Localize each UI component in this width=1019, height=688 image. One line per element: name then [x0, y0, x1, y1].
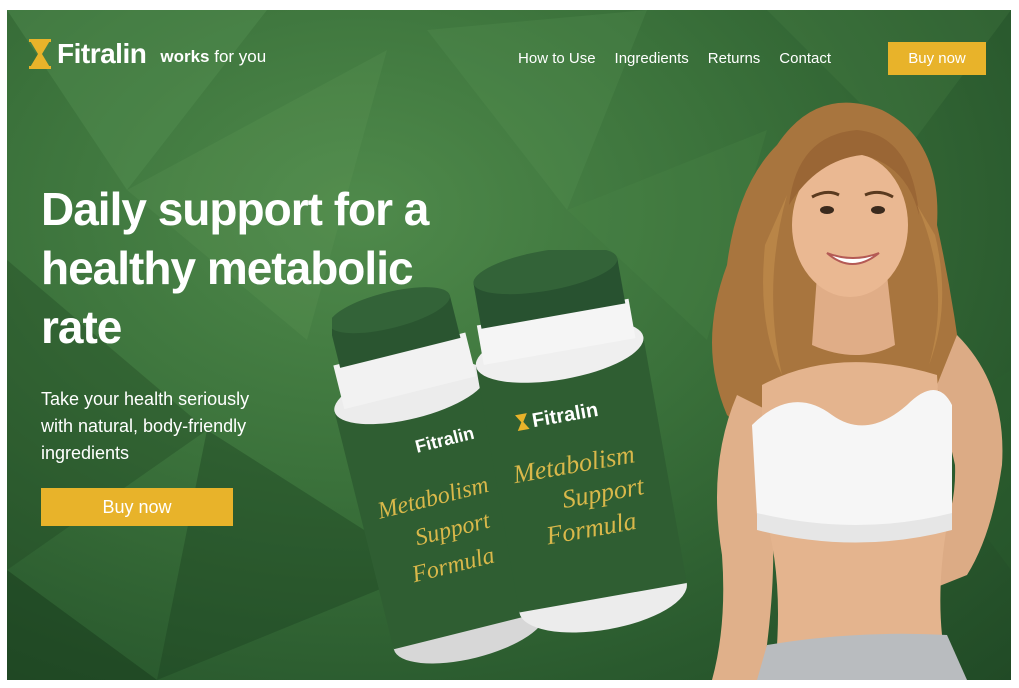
hero-subcopy: Take your health seriously with natural,… [41, 386, 311, 467]
hourglass-logo-icon [29, 39, 51, 69]
nav-link-contact[interactable]: Contact [779, 50, 831, 67]
nav-link-returns[interactable]: Returns [708, 50, 761, 67]
hero-banner: Fitralin works for you How to Use Ingred… [7, 10, 1011, 680]
subcopy-line-1: Take your health seriously [41, 389, 250, 409]
tagline-bold: works [160, 47, 210, 66]
subcopy-line-2: with natural, body-friendly [41, 416, 247, 436]
nav-links: How to Use Ingredients Returns Contact [518, 50, 831, 67]
hero-buy-now-button[interactable]: Buy now [41, 488, 233, 526]
tagline-rest: for you [214, 47, 267, 66]
nav-link-how-to-use[interactable]: How to Use [518, 50, 596, 67]
logo[interactable]: Fitralin works for you [29, 38, 266, 70]
headline-line-1: Daily support for a [41, 183, 429, 235]
logo-brand-name: Fitralin [57, 38, 147, 69]
logo-tagline: works for you [160, 47, 266, 67]
headline-line-3: rate [41, 301, 122, 353]
nav-buy-now-button[interactable]: Buy now [888, 42, 986, 75]
model-photo [712, 102, 1003, 680]
subcopy-line-3: ingredients [41, 443, 130, 463]
product-bottles-image: Fitralin Metabolism Support Formula Fitr… [332, 250, 687, 664]
nav-link-ingredients[interactable]: Ingredients [615, 50, 689, 67]
